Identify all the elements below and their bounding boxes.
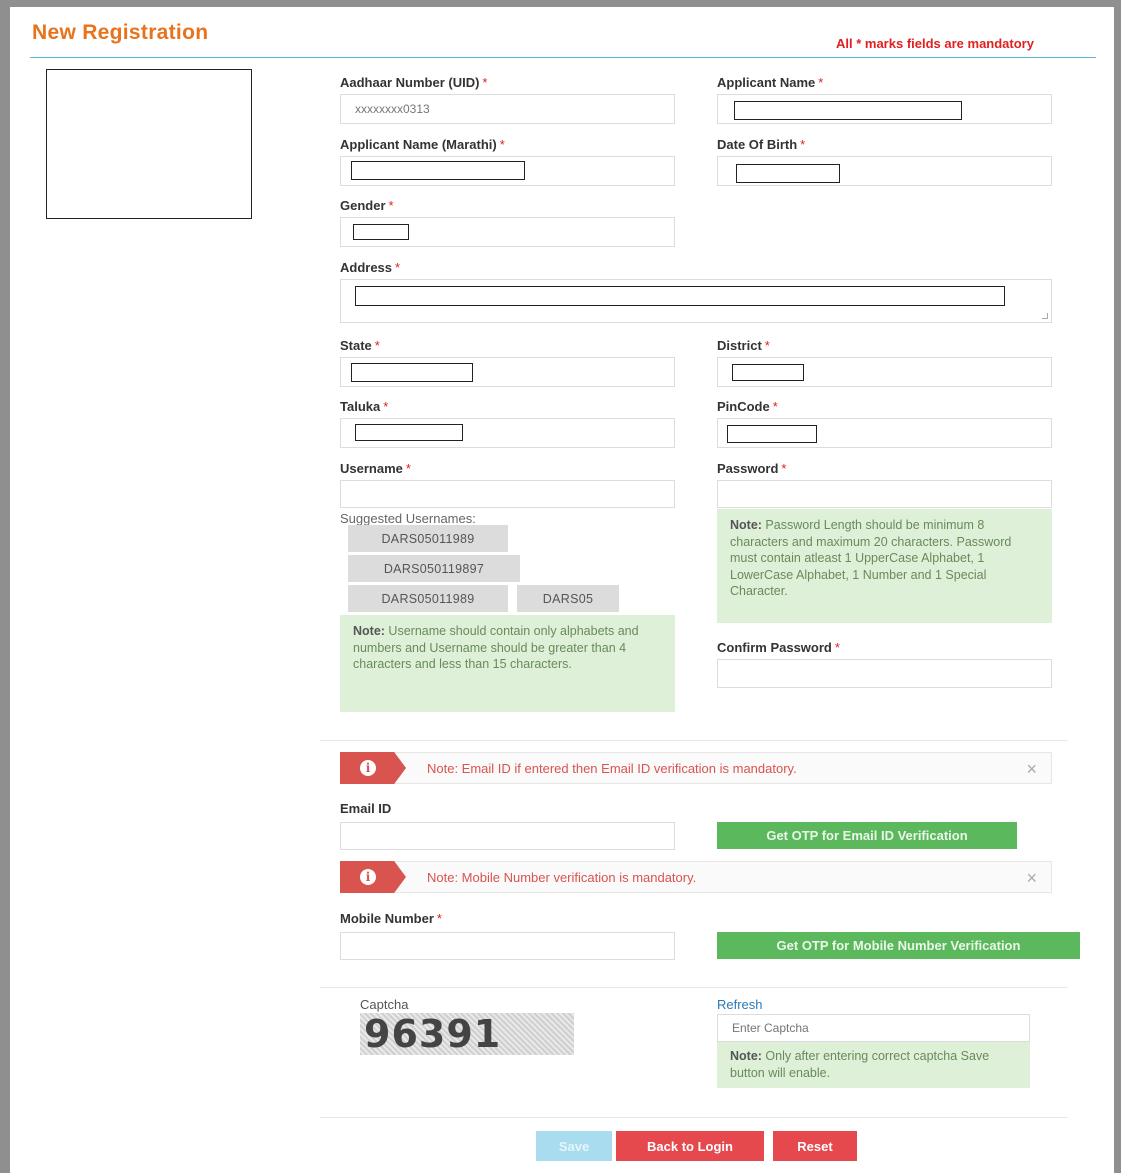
state-select[interactable] — [351, 363, 473, 382]
gender-label: Gender * — [340, 198, 394, 213]
required-mark: * — [764, 338, 770, 353]
email-label: Email ID — [340, 801, 392, 816]
applicant-name-marathi-input[interactable] — [351, 161, 525, 180]
captcha-field[interactable] — [717, 1014, 1030, 1042]
applicant-photo-box — [46, 69, 252, 219]
required-mark: * — [405, 461, 411, 476]
address-field[interactable] — [340, 279, 1052, 323]
applicant-name-label: Applicant Name * — [717, 75, 824, 90]
taluka-select[interactable] — [355, 424, 463, 441]
mobile-otp-button[interactable]: Get OTP for Mobile Number Verification — [717, 932, 1080, 959]
dob-input[interactable] — [736, 164, 840, 183]
required-mark: * — [834, 640, 840, 655]
reset-button[interactable]: Reset — [773, 1131, 857, 1161]
mobile-alert-text: Note: Mobile Number verification is mand… — [427, 870, 697, 885]
gender-field[interactable] — [340, 217, 675, 247]
confirm-password-input[interactable] — [718, 660, 1051, 687]
taluka-field[interactable] — [340, 418, 675, 448]
username-field[interactable] — [340, 480, 675, 508]
password-label: Password * — [717, 461, 787, 476]
username-input[interactable] — [341, 481, 674, 507]
section-divider — [320, 740, 1068, 741]
required-mark: * — [818, 75, 824, 90]
state-field[interactable] — [340, 357, 675, 387]
mobile-field[interactable] — [340, 932, 675, 960]
dob-label: Date Of Birth * — [717, 137, 806, 152]
address-label: Address * — [340, 260, 401, 275]
save-button[interactable]: Save — [536, 1131, 612, 1161]
required-mark: * — [388, 198, 394, 213]
captcha-image: 96391 — [360, 1012, 574, 1056]
password-field[interactable] — [717, 480, 1052, 508]
applicant-name-marathi-label: Applicant Name (Marathi) * — [340, 137, 505, 152]
registration-page: New Registration All * marks fields are … — [10, 7, 1114, 1173]
applicant-name-marathi-field[interactable] — [340, 156, 675, 186]
required-mark: * — [800, 137, 806, 152]
suggested-username-chip[interactable]: DARS05 — [517, 585, 619, 612]
dob-field[interactable] — [717, 156, 1052, 186]
suggested-username-chip[interactable]: DARS050119897 — [348, 555, 520, 582]
applicant-name-input[interactable] — [734, 101, 962, 120]
username-note: Note: Username should contain only alpha… — [340, 615, 675, 712]
address-textarea[interactable] — [355, 286, 1005, 306]
alert-badge: i — [340, 752, 406, 784]
email-otp-button[interactable]: Get OTP for Email ID Verification — [717, 822, 1017, 849]
info-icon: i — [360, 760, 376, 776]
section-divider — [320, 1117, 1068, 1118]
page-title: New Registration — [32, 21, 209, 44]
required-mark: * — [374, 338, 380, 353]
username-label: Username * — [340, 461, 411, 476]
required-mark: * — [482, 75, 488, 90]
pincode-label: PinCode * — [717, 399, 778, 414]
aadhaar-label: Aadhaar Number (UID) * — [340, 75, 488, 90]
email-alert-text: Note: Email ID if entered then Email ID … — [427, 761, 797, 776]
district-field[interactable] — [717, 357, 1052, 387]
captcha-input[interactable] — [718, 1015, 1029, 1041]
captcha-note: Note: Only after entering correct captch… — [717, 1042, 1030, 1088]
confirm-password-field[interactable] — [717, 659, 1052, 688]
suggested-username-chip[interactable]: DARS05011989 — [348, 585, 508, 612]
required-mark: * — [383, 399, 389, 414]
password-note: Note: Password Length should be minimum … — [717, 509, 1052, 623]
captcha-label: Captcha — [360, 997, 409, 1012]
email-verification-alert: i Note: Email ID if entered then Email I… — [340, 752, 1052, 784]
required-mark: * — [395, 260, 401, 275]
district-select[interactable] — [732, 364, 804, 381]
required-mark: * — [772, 399, 778, 414]
close-icon[interactable]: × — [1026, 759, 1037, 780]
close-icon[interactable]: × — [1026, 868, 1037, 889]
suggested-username-chip[interactable]: DARS05011989 — [348, 525, 508, 552]
password-input[interactable] — [718, 481, 1051, 507]
captcha-refresh-link[interactable]: Refresh — [717, 997, 763, 1012]
title-divider — [30, 57, 1096, 58]
suggested-usernames-label: Suggested Usernames: — [340, 511, 476, 526]
email-field[interactable] — [340, 822, 675, 850]
gender-select[interactable] — [353, 224, 409, 240]
mandatory-note: All * marks fields are mandatory — [836, 36, 1034, 51]
resize-grip-icon[interactable] — [1042, 313, 1048, 319]
confirm-password-label: Confirm Password * — [717, 640, 840, 655]
pincode-input[interactable] — [727, 425, 817, 443]
info-icon: i — [360, 869, 376, 885]
back-to-login-button[interactable]: Back to Login — [616, 1131, 764, 1161]
taluka-label: Taluka * — [340, 399, 389, 414]
pincode-field[interactable] — [717, 418, 1052, 448]
state-label: State * — [340, 338, 380, 353]
district-label: District * — [717, 338, 770, 353]
required-mark: * — [499, 137, 505, 152]
applicant-name-field[interactable] — [717, 94, 1052, 124]
aadhaar-input[interactable] — [341, 95, 674, 123]
email-input[interactable] — [341, 823, 674, 849]
alert-badge: i — [340, 861, 406, 893]
section-divider — [320, 987, 1068, 988]
mobile-input[interactable] — [341, 933, 674, 959]
required-mark: * — [436, 911, 442, 926]
required-mark: * — [781, 461, 787, 476]
aadhaar-field[interactable] — [340, 94, 675, 124]
mobile-label: Mobile Number * — [340, 911, 442, 926]
mobile-verification-alert: i Note: Mobile Number verification is ma… — [340, 861, 1052, 893]
